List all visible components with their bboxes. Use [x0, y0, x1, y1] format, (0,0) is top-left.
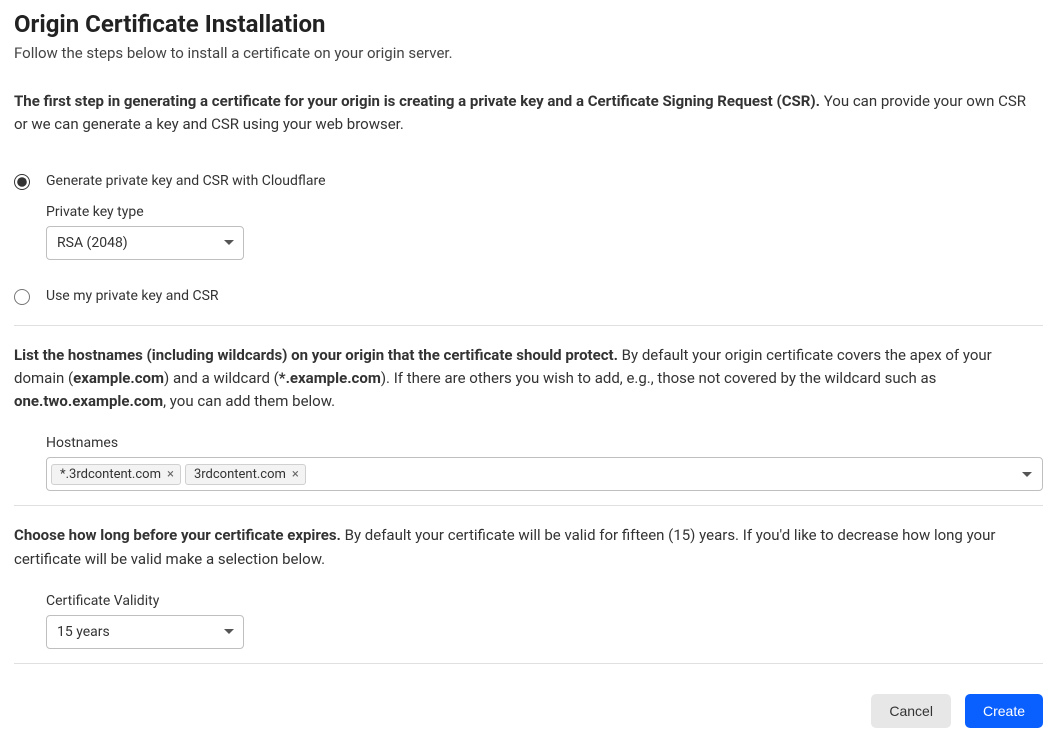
- page-title: Origin Certificate Installation: [14, 10, 1043, 38]
- step2-text: List the hostnames (including wildcards)…: [14, 344, 1043, 414]
- footer-actions: Cancel Create: [14, 682, 1043, 728]
- hostname-tag: 3rdcontent.com ×: [185, 464, 306, 485]
- private-key-type-value[interactable]: RSA (2048): [46, 226, 244, 260]
- page-subtitle: Follow the steps below to install a cert…: [14, 44, 1043, 62]
- close-icon[interactable]: ×: [167, 468, 174, 481]
- validity-field: Certificate Validity 15 years: [46, 593, 1043, 649]
- step2-text-bold: List the hostnames (including wildcards)…: [14, 346, 618, 364]
- cancel-button[interactable]: Cancel: [871, 694, 951, 728]
- hostname-tag-text: *.3rdcontent.com: [60, 467, 161, 482]
- step2-example2: *.example.com: [279, 369, 381, 387]
- divider: [14, 325, 1043, 326]
- key-csr-radio-group: Generate private key and CSR with Cloudf…: [14, 173, 1043, 305]
- hostnames-input[interactable]: *.3rdcontent.com × 3rdcontent.com ×: [46, 457, 1043, 491]
- validity-label: Certificate Validity: [46, 593, 1043, 609]
- step3-text-bold: Choose how long before your certificate …: [14, 526, 341, 544]
- chevron-down-icon[interactable]: [1022, 466, 1032, 482]
- radio-option-generate[interactable]: Generate private key and CSR with Cloudf…: [14, 173, 1043, 190]
- radio-option-own[interactable]: Use my private key and CSR: [14, 288, 1043, 305]
- validity-value[interactable]: 15 years: [46, 615, 244, 649]
- step2-example1: example.com: [73, 369, 164, 387]
- step2-text-p4: , you can add them below.: [163, 392, 335, 410]
- radio-own-label: Use my private key and CSR: [46, 288, 219, 304]
- divider: [14, 663, 1043, 664]
- private-key-type-select[interactable]: RSA (2048): [46, 226, 244, 260]
- hostname-tag-text: 3rdcontent.com: [194, 467, 286, 482]
- hostnames-label: Hostnames: [46, 435, 1043, 451]
- hostnames-field: Hostnames *.3rdcontent.com × 3rdcontent.…: [46, 435, 1043, 491]
- radio-generate-label: Generate private key and CSR with Cloudf…: [46, 173, 326, 189]
- divider: [14, 505, 1043, 506]
- private-key-type-field: Private key type RSA (2048): [46, 204, 1043, 260]
- private-key-type-label: Private key type: [46, 204, 1043, 220]
- radio-generate-input[interactable]: [14, 174, 30, 190]
- validity-select[interactable]: 15 years: [46, 615, 244, 649]
- hostname-tag: *.3rdcontent.com ×: [51, 464, 181, 485]
- step3-text: Choose how long before your certificate …: [14, 524, 1043, 571]
- step2-example3: one.two.example.com: [14, 392, 163, 410]
- radio-own-input[interactable]: [14, 289, 30, 305]
- step2-text-p3: ). If there are others you wish to add, …: [381, 369, 937, 387]
- step2-text-p2: ) and a wildcard (: [164, 369, 279, 387]
- step1-intro-bold: The first step in generating a certifica…: [14, 92, 820, 110]
- step1-intro: The first step in generating a certifica…: [14, 90, 1043, 137]
- create-button[interactable]: Create: [965, 694, 1043, 728]
- close-icon[interactable]: ×: [292, 468, 299, 481]
